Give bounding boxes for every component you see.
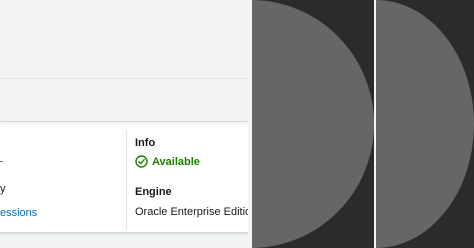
- column-divider: [126, 130, 127, 230]
- dark-panel-right: [376, 0, 474, 248]
- page-bottom: [0, 238, 248, 248]
- left-field-label: y: [0, 183, 6, 195]
- toolbar-area: [0, 79, 248, 122]
- header-area: [0, 0, 248, 79]
- half-circle-shape: [252, 0, 374, 248]
- dark-panel-left: [252, 0, 376, 248]
- half-circle-shape: [376, 0, 474, 248]
- check-circle-icon: [135, 155, 148, 168]
- status-text: Available: [152, 155, 200, 168]
- engine-value: Oracle Enterprise Editio: [135, 206, 252, 218]
- empty-value-dash: [0, 161, 3, 162]
- status-badge: Available: [135, 155, 200, 168]
- info-label: Info: [135, 137, 156, 149]
- db-instance-console: y essions Info Available Engine Oracle E…: [0, 0, 252, 248]
- engine-label: Engine: [135, 186, 172, 198]
- sessions-link[interactable]: essions: [0, 207, 37, 219]
